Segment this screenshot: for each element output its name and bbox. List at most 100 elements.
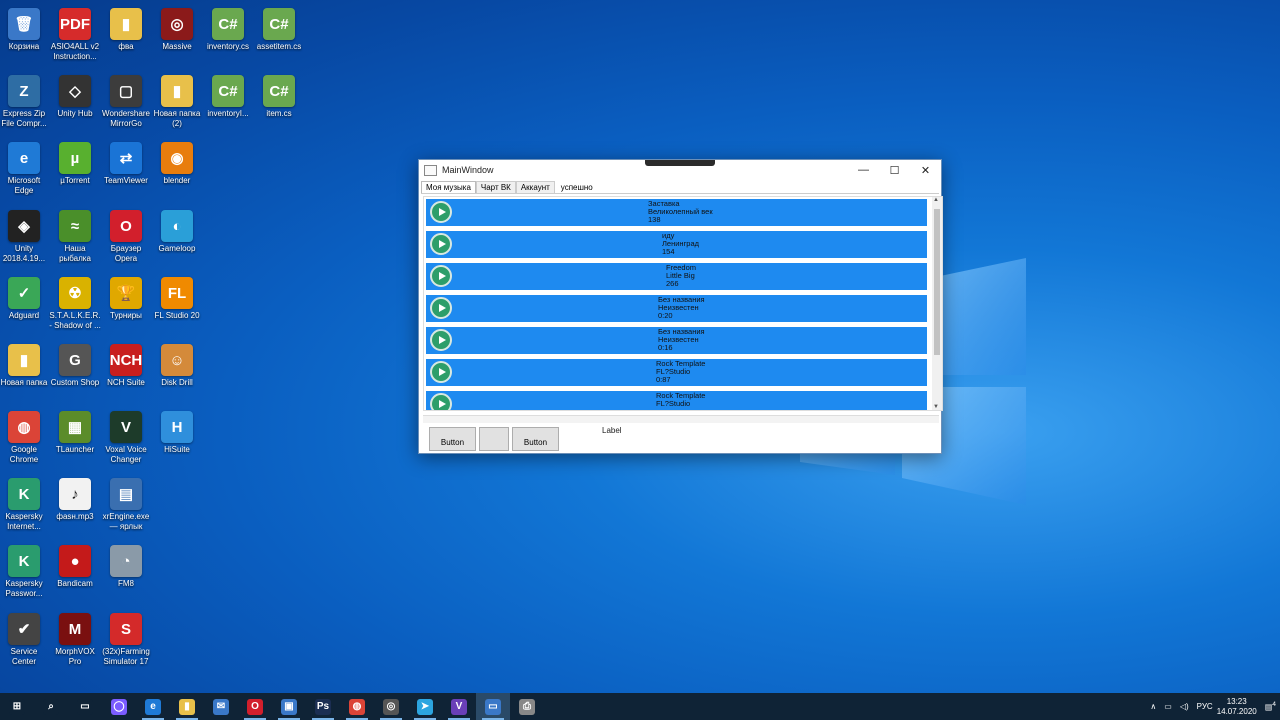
desktop-icon[interactable]: C# item.cs <box>253 73 305 139</box>
close-button[interactable]: ✕ <box>910 160 941 180</box>
desktop-icon[interactable]: C# inventory.cs <box>202 6 254 72</box>
track-row[interactable]: Freedom Little Big 266 <box>426 263 927 290</box>
play-icon[interactable] <box>430 265 452 287</box>
desktop-icon[interactable]: V Voxal Voice Changer <box>100 409 152 475</box>
maximize-button[interactable]: ☐ <box>879 160 910 180</box>
minimize-button[interactable]: — <box>848 160 879 180</box>
desktop-icon[interactable]: K Kaspersky Passwor... <box>0 543 50 609</box>
scroll-down-icon[interactable]: ▼ <box>933 404 939 410</box>
desktop-icon[interactable]: ◐ Gameloop <box>151 208 203 274</box>
desktop-icon[interactable]: NCH NCH Suite <box>100 342 152 408</box>
play-icon[interactable] <box>430 361 452 383</box>
explorer-button[interactable]: ▮ <box>170 693 204 720</box>
network-icon[interactable]: ▭ <box>1164 702 1172 711</box>
printer-button[interactable]: ⎙ <box>510 693 544 720</box>
search-button[interactable]: ⌕ <box>34 693 68 720</box>
photoshop-button[interactable]: Ps <box>306 693 340 720</box>
track-row[interactable]: иду Ленинград 154 <box>426 231 927 258</box>
desktop-icon[interactable]: ● Bandicam <box>49 543 101 609</box>
desktop-icon[interactable]: ◇ Unity Hub <box>49 73 101 139</box>
desktop-icon[interactable]: PDF ASIO4ALL v2 Instruction... <box>49 6 101 72</box>
track-row[interactable]: Без названия Неизвестен 0:16 <box>426 327 927 354</box>
app-icon: ≈ <box>59 210 91 242</box>
play-icon[interactable] <box>430 297 452 319</box>
desktop-icon[interactable]: ◉ blender <box>151 140 203 206</box>
desktop-icon[interactable]: e Microsoft Edge <box>0 140 50 206</box>
edge-button[interactable]: e <box>136 693 170 720</box>
desktop-icon[interactable]: ▮ Новая папка (2) <box>151 73 203 139</box>
desktop-icon[interactable]: Z Express Zip File Compr... <box>0 73 50 139</box>
desktop-icon[interactable]: FL FL Studio 20 <box>151 275 203 341</box>
desktop-icon[interactable]: ▢ Wondershare MirrorGo <box>100 73 152 139</box>
desktop-icon[interactable]: H HiSuite <box>151 409 203 475</box>
desktop-icon[interactable]: ▮ Новая папка <box>0 342 50 408</box>
desktop-icon[interactable]: M MorphVOX Pro <box>49 611 101 677</box>
opera-button[interactable]: O <box>238 693 272 720</box>
desktop-icon[interactable]: µ µTorrent <box>49 140 101 206</box>
desktop-icon[interactable]: G Custom Shop <box>49 342 101 408</box>
volume-icon[interactable]: ◁) <box>1180 702 1189 711</box>
desktop-icon[interactable]: ≈ Наша рыбалка <box>49 208 101 274</box>
desktop-icon[interactable]: C# inventoryI... <box>202 73 254 139</box>
telegram-button[interactable]: ➤ <box>408 693 442 720</box>
app-icon: µ <box>59 142 91 174</box>
desktop-icon[interactable]: ▤ xrEngine.exe — ярлык <box>100 476 152 542</box>
button-1[interactable]: Button <box>429 427 476 451</box>
media-button[interactable]: ◎ <box>374 693 408 720</box>
desktop-icon-label: NCH Suite <box>107 378 145 387</box>
desktop-icon[interactable]: ▮ фва <box>100 6 152 72</box>
notification-icon[interactable]: ▤4 <box>1265 701 1276 712</box>
tab-vk-chart[interactable]: Чарт ВК <box>475 181 516 193</box>
desktop-icon[interactable]: ▦ TLauncher <box>49 409 101 475</box>
track-row[interactable]: Rock Template FL?Studio <box>426 391 927 410</box>
desktop-icon[interactable]: ✔ Service Center <box>0 611 50 677</box>
chrome-button[interactable]: ◍ <box>340 693 374 720</box>
button-2[interactable] <box>479 427 509 451</box>
tab-my-music[interactable]: Моя музыка <box>421 181 476 193</box>
desktop-icon[interactable]: S (32x)Farming Simulator 17 <box>100 611 152 677</box>
button-3[interactable]: Button <box>512 427 559 451</box>
start-button[interactable]: ⊞ <box>0 693 34 720</box>
app-icon: K <box>8 478 40 510</box>
desktop-icon[interactable]: ◎ Massive <box>151 6 203 72</box>
track-row[interactable]: Rock Template FL?Studio 0:87 <box>426 359 927 386</box>
desktop-icon[interactable]: ⇄ TeamViewer <box>100 140 152 206</box>
desktop-icon[interactable]: ◔ FM8 <box>100 543 152 609</box>
play-icon[interactable] <box>430 329 452 351</box>
desktop-icon[interactable]: O Браузер Opera <box>100 208 152 274</box>
desktop-icon[interactable]: 🏆 Турниры <box>100 275 152 341</box>
track-row[interactable]: Заставка Великолепный век 138 <box>426 199 927 226</box>
scrollbar-thumb[interactable] <box>934 209 940 355</box>
window-titlebar[interactable]: MainWindow — ☐ ✕ <box>419 160 941 180</box>
play-icon[interactable] <box>430 233 452 255</box>
store-button[interactable]: ▣ <box>272 693 306 720</box>
track-list[interactable]: ▲ ▼ Заставка Великолепный век 138 иду Ленинг… <box>423 196 943 411</box>
desktop-icon[interactable]: ◈ Unity 2018.4.19... <box>0 208 50 274</box>
chevron-up-icon[interactable]: ∧ <box>1150 702 1156 711</box>
track-list-scrollbar[interactable]: ▲ ▼ <box>932 197 942 410</box>
desktop-icon[interactable]: 🗑 Корзина <box>0 6 50 72</box>
desktop-icon[interactable]: ◍ Google Chrome <box>0 409 50 475</box>
desktop-icon[interactable]: K Kaspersky Internet... <box>0 476 50 542</box>
main-window[interactable]: MainWindow — ☐ ✕ Моя музыка Чарт ВК Акка… <box>418 159 943 454</box>
play-icon[interactable] <box>430 201 452 223</box>
language-indicator[interactable]: РУС <box>1197 702 1213 711</box>
visual-studio-button[interactable]: V <box>442 693 476 720</box>
desktop-icon[interactable]: ✓ Adguard <box>0 275 50 341</box>
mail-button[interactable]: ✉ <box>204 693 238 720</box>
clock[interactable]: 13:23 14.07.2020 <box>1217 697 1257 717</box>
desktop-icon[interactable]: ☢ S.T.A.L.K.E.R. - Shadow of ... <box>49 275 101 341</box>
app-window-button[interactable]: ▭ <box>476 693 510 720</box>
desktop-icon[interactable]: ♪ фаsн.mp3 <box>49 476 101 542</box>
horizontal-scrollbar[interactable] <box>423 415 939 423</box>
track-row[interactable]: Без названия Неизвестен 0:20 <box>426 295 927 322</box>
task-view-button[interactable]: ▭ <box>68 693 102 720</box>
clock-date: 14.07.2020 <box>1216 706 1257 716</box>
scroll-up-icon[interactable]: ▲ <box>933 197 939 203</box>
app-icon: C# <box>263 75 295 107</box>
play-icon[interactable] <box>430 393 452 410</box>
desktop-icon[interactable]: C# assetitem.cs <box>253 6 305 72</box>
cortana-button[interactable]: ◯ <box>102 693 136 720</box>
tab-account[interactable]: Аккаунт <box>515 181 555 193</box>
desktop-icon[interactable]: ☺ Disk Drill <box>151 342 203 408</box>
